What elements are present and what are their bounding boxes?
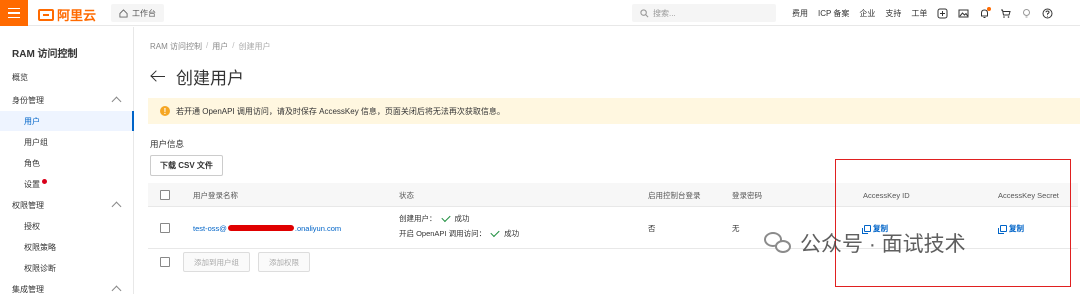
add-to-group-button[interactable]: 添加到用户组 — [183, 252, 250, 272]
cloud-shell-icon[interactable] — [937, 8, 948, 19]
workbench-label: 工作台 — [132, 8, 156, 18]
breadcrumb-users[interactable]: 用户 — [212, 41, 228, 52]
lightbulb-icon[interactable] — [1021, 8, 1032, 19]
chevron-up-icon — [111, 201, 122, 212]
redaction-mark — [227, 225, 294, 231]
row-checkbox[interactable] — [160, 207, 170, 249]
sidebar-item-roles[interactable]: 角色 — [0, 153, 134, 173]
nav-ticket[interactable]: 工单 — [911, 8, 927, 19]
nav-support[interactable]: 支持 — [885, 8, 901, 19]
annotation-highlight-box — [835, 159, 1071, 287]
password-value: 无 — [732, 223, 740, 233]
top-nav: 费用 ICP 备案 企业 支持 工单 — [792, 0, 1053, 26]
home-icon — [119, 8, 128, 18]
nav-enterprise[interactable]: 企业 — [859, 8, 875, 19]
bell-icon[interactable] — [979, 6, 992, 19]
brand-logo[interactable]: 阿里云 — [38, 5, 96, 24]
header-console-login: 启用控制台登录 — [648, 190, 701, 200]
add-permission-button[interactable]: 添加权限 — [258, 252, 310, 272]
login-name-suffix: .onaliyun.com — [294, 223, 342, 233]
console-login-value: 否 — [648, 223, 656, 233]
sidebar-item-label: 权限策略 — [24, 242, 56, 252]
page-title: 创建用户 — [176, 69, 244, 88]
search-icon — [640, 8, 649, 17]
search-placeholder: 搜索... — [653, 8, 676, 18]
breadcrumb: RAM 访问控制 / 用户 / 创建用户 — [150, 41, 270, 52]
header-login-name: 用户登录名称 — [193, 190, 238, 200]
check-icon — [490, 227, 500, 238]
download-csv-button[interactable]: 下载 CSV 文件 — [150, 155, 223, 176]
sidebar-item-label: 身份管理 — [12, 95, 44, 105]
back-arrow-icon[interactable] — [150, 70, 166, 84]
sidebar-item-label: 授权 — [24, 221, 40, 231]
status-openapi-result: 成功 — [504, 229, 520, 238]
aliyun-logo-icon — [38, 8, 54, 21]
warning-icon: ! — [160, 106, 170, 116]
status-cell: 创建用户： 成功 开启 OpenAPI 调用访问： 成功 — [399, 212, 520, 239]
sidebar-item-user-groups[interactable]: 用户组 — [0, 132, 134, 152]
nav-billing[interactable]: 费用 — [792, 8, 808, 19]
sidebar-group-identity[interactable]: 身份管理 — [0, 90, 134, 110]
sidebar-title: RAM 访问控制 — [12, 49, 78, 60]
status-create-line: 创建用户： 成功 — [399, 212, 470, 224]
sidebar-group-permissions[interactable]: 权限管理 — [0, 195, 134, 215]
sidebar-item-label: 集成管理 — [12, 284, 44, 294]
watermark: 公众号 · 面试技术 — [764, 228, 966, 258]
watermark-text: 公众号 · 面试技术 — [800, 233, 966, 256]
footer-checkbox[interactable] — [160, 250, 170, 274]
check-icon — [440, 212, 451, 223]
chevron-up-icon — [111, 285, 122, 294]
sidebar-item-label: 设置 — [24, 179, 40, 189]
cart-icon[interactable] — [1000, 8, 1012, 19]
breadcrumb-current: 创建用户 — [238, 42, 271, 51]
warning-alert: ! 若开通 OpenAPI 调用访问，请及时保存 AccessKey 信息，页面… — [148, 98, 1080, 124]
brand-name: 阿里云 — [57, 8, 97, 23]
sidebar-item-label: 概览 — [12, 72, 28, 82]
status-openapi-label: 开启 OpenAPI 调用访问： — [399, 229, 487, 238]
section-label: 用户信息 — [150, 139, 185, 149]
sidebar-group-integration[interactable]: 集成管理 — [0, 279, 134, 294]
sidebar-item-grants[interactable]: 授权 — [0, 216, 134, 236]
select-all-checkbox[interactable] — [160, 183, 170, 207]
search-input[interactable]: 搜索... — [632, 4, 776, 22]
breadcrumb-ram[interactable]: RAM 访问控制 — [150, 41, 202, 52]
sidebar-item-label: 权限管理 — [12, 200, 44, 210]
status-openapi-line: 开启 OpenAPI 调用访问： 成功 — [399, 227, 520, 239]
login-name-link[interactable]: test-oss@ .onaliyun.com — [193, 207, 341, 249]
sidebar-item-diagnostics[interactable]: 权限诊断 — [0, 258, 134, 278]
sidebar-item-label: 用户 — [24, 116, 40, 126]
page-title-row: 创建用户 — [150, 64, 244, 89]
chevron-up-icon — [111, 96, 122, 107]
menu-icon[interactable] — [0, 0, 28, 26]
breadcrumb-separator: / — [206, 41, 209, 50]
sidebar-item-label: 用户组 — [24, 137, 48, 147]
sidebar-item-label: 角色 — [24, 158, 40, 168]
login-name-prefix: test-oss@ — [193, 223, 227, 233]
sidebar-item-settings[interactable]: 设置 — [0, 174, 134, 194]
alert-text: 若开通 OpenAPI 调用访问，请及时保存 AccessKey 信息，页面关闭… — [176, 106, 505, 116]
sidebar-item-users[interactable]: 用户 — [0, 111, 134, 131]
sidebar: RAM 访问控制 概览 身份管理 用户 用户组 角色 设置 权限管理 授权 权限… — [0, 27, 134, 294]
header-status: 状态 — [399, 190, 414, 200]
header-password: 登录密码 — [732, 190, 762, 200]
status-create-label: 创建用户： — [399, 214, 437, 223]
breadcrumb-separator: / — [232, 41, 235, 50]
sidebar-item-overview[interactable]: 概览 — [0, 67, 134, 87]
status-create-result: 成功 — [454, 214, 470, 223]
sidebar-item-policies[interactable]: 权限策略 — [0, 237, 134, 257]
image-icon[interactable] — [958, 8, 969, 19]
top-bar: 阿里云 工作台 搜索... 费用 ICP 备案 企业 支持 工单 — [0, 0, 1080, 26]
sidebar-item-label: 权限诊断 — [24, 263, 56, 273]
help-icon[interactable] — [1042, 8, 1053, 19]
wechat-icon — [764, 232, 792, 254]
workbench-button[interactable]: 工作台 — [111, 4, 164, 22]
nav-icp[interactable]: ICP 备案 — [818, 8, 849, 19]
notification-dot — [42, 178, 47, 184]
